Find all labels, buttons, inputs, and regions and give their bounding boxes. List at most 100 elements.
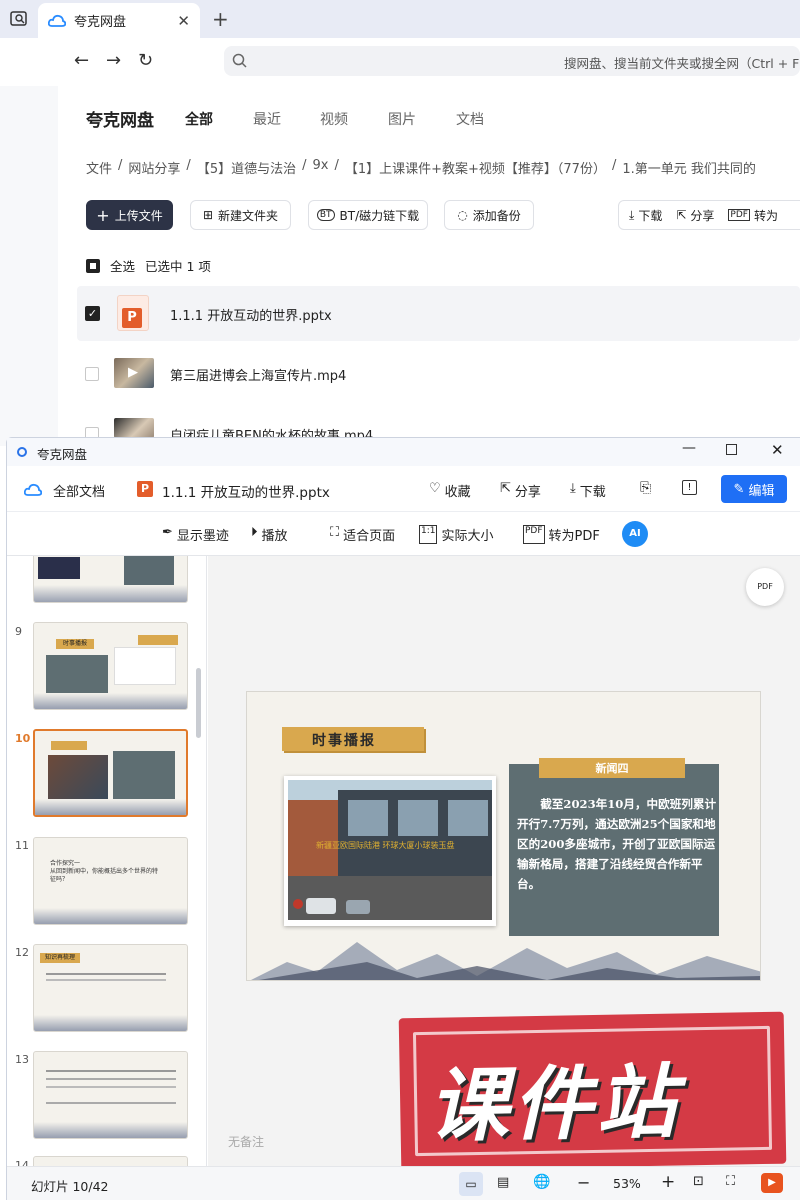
thumb-tag: 知识再梳理 (40, 953, 80, 963)
slide-thumbnail-11[interactable]: 合作探究一 从回到新闻中，你能概括出多个世界的特征吗？ (33, 837, 188, 925)
notes-view-icon[interactable]: ▤ (497, 1175, 509, 1190)
mountain-decoration (251, 942, 760, 980)
feedback-icon[interactable]: ! (682, 480, 697, 495)
slide-thumbnail-10[interactable] (33, 729, 188, 817)
backup-icon: ◌ (457, 208, 468, 222)
thumbnail-scrollbar[interactable] (196, 668, 201, 738)
slide-number: 10 (15, 732, 31, 745)
zoom-level[interactable]: 53% (613, 1176, 641, 1191)
slideshow-play-icon[interactable]: ▶ (761, 1173, 783, 1193)
selected-info: 已选中 1 项 (145, 259, 211, 274)
watermark-stamp: 课件站 (398, 1011, 787, 1171)
play-circle-icon: ⏵ (251, 525, 258, 540)
one-to-one-icon: 1:1 (419, 525, 438, 544)
viewer-title: 夸克网盘 (37, 447, 88, 462)
upload-button[interactable]: + 上传文件 (86, 200, 173, 230)
maximize-icon[interactable] (726, 444, 737, 455)
file-row-checkbox[interactable] (85, 367, 99, 381)
viewer-title-bar: 夸克网盘 — ✕ (7, 438, 800, 466)
to-pdf-float-button[interactable]: PDF (746, 568, 784, 606)
select-all-row: 全选 已选中 1 项 (86, 256, 211, 275)
slide-view-icon[interactable]: ▭ (459, 1172, 483, 1196)
drive-tab-video[interactable]: 视频 (320, 109, 348, 129)
viewer-toolbar: 全部文档 P 1.1.1 开放互动的世界.pptx ♡ 收藏 ⇱ 分享 ⤓ 下载 ⎘ … (7, 466, 800, 512)
share-action[interactable]: ⇱ 分享 (676, 207, 714, 224)
export-icon[interactable]: ⎘ (640, 480, 651, 496)
play-button[interactable]: ⏵ 播放 (251, 525, 288, 544)
drive-tab-recent[interactable]: 最近 (253, 109, 281, 129)
crumb-site-share[interactable]: 网站分享 (128, 158, 180, 177)
to-pdf-action[interactable]: PDF 转为 (728, 207, 778, 224)
viewer-toolbar-secondary: ✒ 显示墨迹 ⏵ 播放 ⛶ 适合页面 1:1 实际大小 PDF 转为PDF AI (7, 512, 800, 556)
search-bar[interactable]: 搜网盘、搜当前文件夹或搜全网（Ctrl + F） (224, 46, 800, 76)
slide-number: 14 (15, 1159, 29, 1166)
cloud-logo-icon (24, 483, 42, 496)
close-tab-icon[interactable]: ✕ (177, 12, 190, 30)
drive-tab-all[interactable]: 全部 (185, 109, 213, 129)
back-arrow-icon[interactable]: ← (74, 50, 89, 71)
actual-size-button[interactable]: 1:1 实际大小 (419, 525, 494, 544)
heart-icon: ♡ (429, 481, 441, 496)
thumb-text: 合作探究一 从回到新闻中，你能概括出多个世界的特征吗？ (50, 860, 159, 883)
select-all-checkbox[interactable] (86, 258, 100, 273)
slide-photo: 新疆亚欧国际陆港 环球大厦小球装玉盘 (284, 776, 496, 926)
all-docs-link[interactable]: 全部文档 (53, 481, 105, 500)
to-pdf-button[interactable]: PDF 转为PDF (523, 525, 600, 544)
crumb-unit[interactable]: 1.第一单元 我们共同的 (622, 158, 756, 177)
pencil-icon: ✎ (733, 481, 745, 497)
fullscreen-icon[interactable]: ⛶ (726, 1174, 735, 1189)
close-window-icon[interactable]: ✕ (771, 441, 784, 459)
file-name[interactable]: 自闭症儿童BEN的水杯的故事.mp4 (170, 425, 373, 437)
file-name[interactable]: 1.1.1 开放互动的世界.pptx (170, 305, 332, 324)
download-icon: ⤓ (629, 207, 635, 222)
zoom-in-icon[interactable]: + (661, 1172, 675, 1192)
refresh-icon[interactable]: ↻ (138, 50, 153, 71)
file-name[interactable]: 第三届进博会上海宣传片.mp4 (170, 365, 346, 384)
tab-search-icon[interactable] (9, 9, 29, 29)
search-placeholder: 搜网盘、搜当前文件夹或搜全网（Ctrl + F） (564, 56, 800, 71)
ai-assistant-icon[interactable]: AI (622, 521, 648, 547)
pptx-file-icon: P (117, 295, 149, 331)
cloud-logo-icon (48, 14, 66, 27)
drive-tab-image[interactable]: 图片 (388, 109, 416, 129)
favorite-button[interactable]: ♡ 收藏 (429, 481, 471, 500)
fit-screen-icon[interactable]: ⊡ (693, 1174, 704, 1189)
slide-thumbnail-12[interactable]: 知识再梳理 (33, 944, 188, 1032)
breadcrumb: 文件 / 网站分享 / 【5】道德与法治/ 9x / 【1】上课课件+教案+视频【推荐… (86, 158, 756, 177)
download-button[interactable]: ⤓ 下载 (570, 481, 606, 500)
slide-banner: 时事播报 (282, 727, 424, 751)
forward-arrow-icon[interactable]: → (106, 50, 121, 71)
drive-tab-docs[interactable]: 文档 (456, 109, 484, 129)
drive-brand: 夸克网盘 (86, 111, 154, 131)
zoom-out-icon[interactable]: − (577, 1173, 590, 1192)
tab-title: 夸克网盘 (74, 15, 127, 30)
new-folder-button[interactable]: ⊞ 新建文件夹 (190, 200, 291, 230)
crumb-files[interactable]: 文件 (86, 158, 112, 177)
crumb-courseware[interactable]: 【1】上课课件+教案+视频【推荐】（77份） (345, 158, 606, 177)
share-button[interactable]: ⇱ 分享 (500, 481, 541, 500)
app-dot-icon (17, 447, 27, 457)
pdf-icon: PDF (728, 209, 750, 221)
edit-button[interactable]: ✎ 编辑 (721, 475, 787, 503)
slide-thumbnail-8[interactable] (33, 556, 188, 603)
show-ink-button[interactable]: ✒ 显示墨迹 (162, 525, 229, 544)
fit-page-button[interactable]: ⛶ 适合页面 (330, 525, 395, 544)
minimize-icon[interactable]: — (682, 440, 696, 456)
add-backup-button[interactable]: ◌ 添加备份 (444, 200, 534, 230)
download-icon: ⤓ (570, 481, 576, 496)
crumb-grade[interactable]: 9x (312, 158, 328, 177)
new-tab-button[interactable]: + (212, 7, 229, 31)
globe-icon[interactable]: 🌐 (533, 1174, 550, 1190)
slide-thumbnail-13[interactable] (33, 1051, 188, 1139)
download-action[interactable]: ⤓ 下载 (629, 207, 662, 224)
browser-tab[interactable]: 夸克网盘 ✕ (38, 3, 200, 38)
bt-download-button[interactable]: BT BT/磁力链下载 (308, 200, 428, 230)
slide-thumbnail-14[interactable] (33, 1156, 188, 1166)
select-all-label[interactable]: 全选 (110, 256, 135, 275)
file-row-checkbox[interactable]: ✓ (85, 306, 100, 321)
slide-thumbnail-panel: 9 时事播报 10 11 合作探究一 从回到新闻中，你能概括出多个世界的特征吗？… (7, 556, 207, 1166)
crumb-subject[interactable]: 【5】道德与法治 (197, 158, 296, 177)
bt-icon: BT (316, 209, 335, 221)
news-text: 截至2023年10月，中欧班列累计开行7.7万列，通达欧洲25个国家和地区的20… (517, 797, 717, 891)
slide-thumbnail-9[interactable]: 时事播报 (33, 622, 188, 710)
